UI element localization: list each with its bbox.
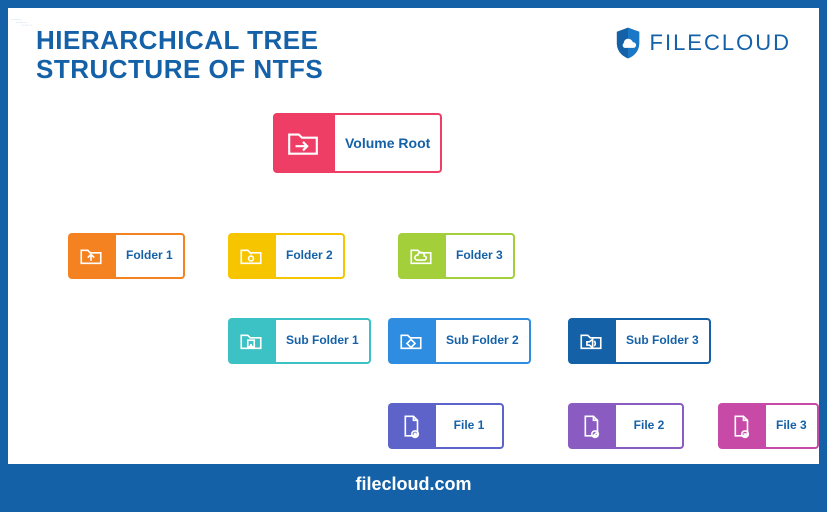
folder-sound-icon (568, 318, 614, 364)
node-label: Folder 3 (444, 233, 515, 279)
node-label: File 1 (434, 403, 504, 449)
node-subfolder-1: Sub Folder 1 (228, 318, 371, 364)
folder-icon (388, 318, 434, 364)
node-label: File 3 (764, 403, 819, 449)
folder-icon (228, 318, 274, 364)
diagram-frame: HIERARCHICAL TREE STRUCTURE OF NTFS FILE… (0, 0, 827, 512)
node-label: Folder 2 (274, 233, 345, 279)
file-icon (388, 403, 434, 449)
folder-icon (68, 233, 114, 279)
file-icon (718, 403, 764, 449)
file-icon (568, 403, 614, 449)
node-label: Sub Folder 2 (434, 318, 531, 364)
node-volume-root: Volume Root (273, 113, 442, 173)
node-label: Sub Folder 1 (274, 318, 371, 364)
folder-icon (228, 233, 274, 279)
node-label: Volume Root (333, 113, 442, 173)
node-label: Folder 1 (114, 233, 185, 279)
node-file-1: File 1 (388, 403, 504, 449)
node-folder-1: Folder 1 (68, 233, 185, 279)
node-folder-3: Folder 3 (398, 233, 515, 279)
node-folder-2: Folder 2 (228, 233, 345, 279)
node-subfolder-3: Sub Folder 3 (568, 318, 711, 364)
node-file-3: File 3 (718, 403, 819, 449)
tree-canvas: Volume Root Folder 1 Folder 2 Folder 3 (8, 8, 819, 504)
folder-cloud-icon (398, 233, 444, 279)
footer-text: filecloud.com (355, 474, 471, 495)
node-label: Sub Folder 3 (614, 318, 711, 364)
footer-bar: filecloud.com (8, 464, 819, 504)
folder-root-icon (273, 113, 333, 173)
node-label: File 2 (614, 403, 684, 449)
node-subfolder-2: Sub Folder 2 (388, 318, 531, 364)
node-file-2: File 2 (568, 403, 684, 449)
